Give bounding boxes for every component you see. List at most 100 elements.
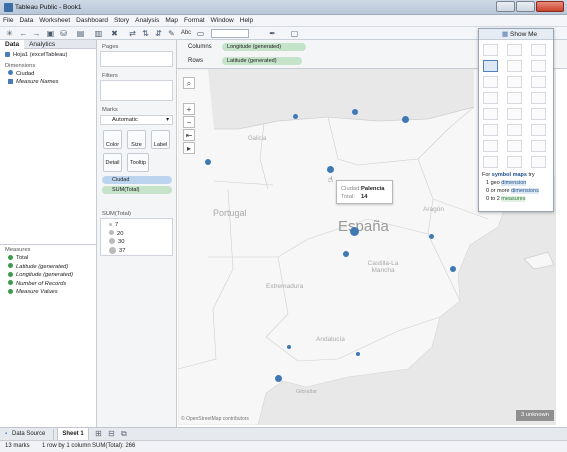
minimize-button[interactable]: [496, 1, 515, 12]
chart-dual-line[interactable]: [531, 108, 546, 120]
menu-data[interactable]: Data: [16, 15, 36, 26]
map-mark[interactable]: [287, 345, 291, 349]
duplicate-icon[interactable]: ▥: [94, 29, 103, 38]
fit-icon[interactable]: ▭: [196, 29, 205, 38]
chart-dual-combination[interactable]: [531, 124, 546, 136]
menu-window[interactable]: Window: [208, 15, 237, 26]
map-mark[interactable]: [350, 227, 359, 236]
measure-values[interactable]: Measure Values: [0, 288, 78, 297]
show-me-header[interactable]: ▦ Show Me: [479, 29, 553, 40]
measure-longitude[interactable]: Longitude (generated): [0, 271, 78, 280]
chart-heat-map[interactable]: [507, 44, 522, 56]
chart-gantt[interactable]: [483, 156, 498, 168]
zoom-out-button[interactable]: −: [183, 116, 195, 128]
map-mark[interactable]: [275, 375, 282, 382]
chart-box-whisker[interactable]: [531, 140, 546, 152]
zoom-home-icon[interactable]: ⇤: [183, 129, 195, 141]
new-story-icon[interactable]: ⧉: [121, 429, 127, 439]
tab-analytics[interactable]: Analytics: [24, 40, 60, 49]
map-play-icon[interactable]: ▸: [183, 142, 195, 154]
chart-symbol-map-selected[interactable]: [483, 60, 498, 72]
map-attribution[interactable]: © OpenStreetMap contributors: [181, 416, 249, 422]
dimension-measure-names[interactable]: Measure Names: [0, 78, 96, 87]
show-labels-button[interactable]: Abc: [179, 29, 193, 38]
longitude-pill[interactable]: Longitude (generated): [222, 43, 306, 51]
tooltip-button[interactable]: Tooltip: [127, 153, 149, 172]
sort-desc-icon[interactable]: ⇵: [154, 29, 163, 38]
map-mark[interactable]: [402, 116, 409, 123]
undo-icon[interactable]: ←: [19, 29, 28, 38]
fit-dropdown[interactable]: [211, 29, 249, 38]
map-mark-palencia[interactable]: [327, 166, 334, 173]
chart-text-table[interactable]: [483, 44, 498, 56]
dimension-ciudad[interactable]: Ciudad: [0, 70, 96, 79]
sort-asc-icon[interactable]: ⇅: [141, 29, 150, 38]
measure-total[interactable]: Total: [0, 254, 78, 263]
tab-data[interactable]: Data: [0, 40, 25, 49]
save-icon[interactable]: ▣: [46, 29, 55, 38]
chart-highlight-table[interactable]: [531, 44, 546, 56]
map-search-icon[interactable]: ⌕: [183, 77, 195, 89]
chart-scatter[interactable]: [483, 140, 498, 152]
sum-total-size-pill[interactable]: SUM(Total): [102, 186, 172, 194]
chart-pie[interactable]: [531, 60, 546, 72]
map-mark[interactable]: [293, 114, 298, 119]
menu-analysis[interactable]: Analysis: [132, 15, 162, 26]
zoom-in-button[interactable]: +: [183, 103, 195, 115]
chart-side-by-side-circle[interactable]: [531, 92, 546, 104]
chart-line-continuous[interactable]: [483, 108, 498, 120]
menu-format[interactable]: Format: [181, 15, 208, 26]
ciudad-detail-pill[interactable]: Ciudad: [102, 176, 172, 184]
menu-dashboard[interactable]: Dashboard: [73, 15, 111, 26]
chart-area-continuous[interactable]: [483, 124, 498, 136]
chart-stacked-hbar[interactable]: [507, 76, 522, 88]
map-mark[interactable]: [450, 266, 456, 272]
chart-bullet[interactable]: [507, 156, 522, 168]
menu-help[interactable]: Help: [237, 15, 256, 26]
menu-story[interactable]: Story: [111, 15, 132, 26]
chart-side-by-side-bar[interactable]: [531, 76, 546, 88]
chart-treemap[interactable]: [483, 92, 498, 104]
map-mark[interactable]: [352, 109, 358, 115]
clear-icon[interactable]: ✖: [110, 29, 119, 38]
unknown-indicator[interactable]: 3 unknown: [516, 410, 554, 421]
filters-shelf[interactable]: [100, 80, 173, 101]
map-mark[interactable]: [205, 159, 211, 165]
chart-histogram[interactable]: [507, 140, 522, 152]
chart-hbar[interactable]: [483, 76, 498, 88]
highlight-icon[interactable]: ✎: [167, 29, 176, 38]
redo-icon[interactable]: →: [32, 29, 41, 38]
size-button[interactable]: Size: [127, 130, 146, 149]
pages-shelf[interactable]: [100, 51, 173, 67]
close-button[interactable]: [536, 1, 564, 12]
map-mark[interactable]: [429, 234, 434, 239]
measure-records[interactable]: Number of Records: [0, 280, 78, 289]
map-mark[interactable]: [343, 251, 349, 257]
menu-worksheet[interactable]: Worksheet: [36, 15, 73, 26]
chart-area-discrete[interactable]: [507, 124, 522, 136]
chart-filled-map[interactable]: [507, 60, 522, 72]
new-worksheet-icon[interactable]: ▤: [76, 29, 85, 38]
measure-latitude[interactable]: Latitude (generated): [0, 263, 78, 272]
tab-data-source[interactable]: ▪ Data Source: [4, 429, 54, 440]
menu-file[interactable]: File: [0, 15, 16, 26]
presentation-icon[interactable]: ▢: [290, 29, 299, 38]
chart-circle-view[interactable]: [507, 92, 522, 104]
datasource-item[interactable]: Hoja1 (excelTableau): [0, 51, 96, 60]
detail-button[interactable]: Detail: [103, 153, 122, 172]
maximize-button[interactable]: [516, 1, 535, 12]
menu-map[interactable]: Map: [162, 15, 181, 26]
new-dashboard-icon[interactable]: ⊟: [108, 429, 115, 438]
map-mark[interactable]: [356, 352, 360, 356]
label-button[interactable]: Label: [151, 130, 170, 149]
chart-line-discrete[interactable]: [507, 108, 522, 120]
swap-icon[interactable]: ⇄: [128, 29, 137, 38]
tableau-logo-icon[interactable]: ✳: [5, 29, 14, 38]
pen-icon[interactable]: ✒: [268, 29, 277, 38]
chart-packed-bubbles[interactable]: [531, 156, 546, 168]
color-button[interactable]: Color: [103, 130, 122, 149]
mark-type-dropdown[interactable]: Automatic ▾: [100, 115, 173, 125]
new-datasource-icon[interactable]: ⛁: [59, 29, 68, 38]
new-sheet-icon[interactable]: ⊞: [95, 429, 102, 438]
latitude-pill[interactable]: Latitude (generated): [222, 57, 302, 65]
